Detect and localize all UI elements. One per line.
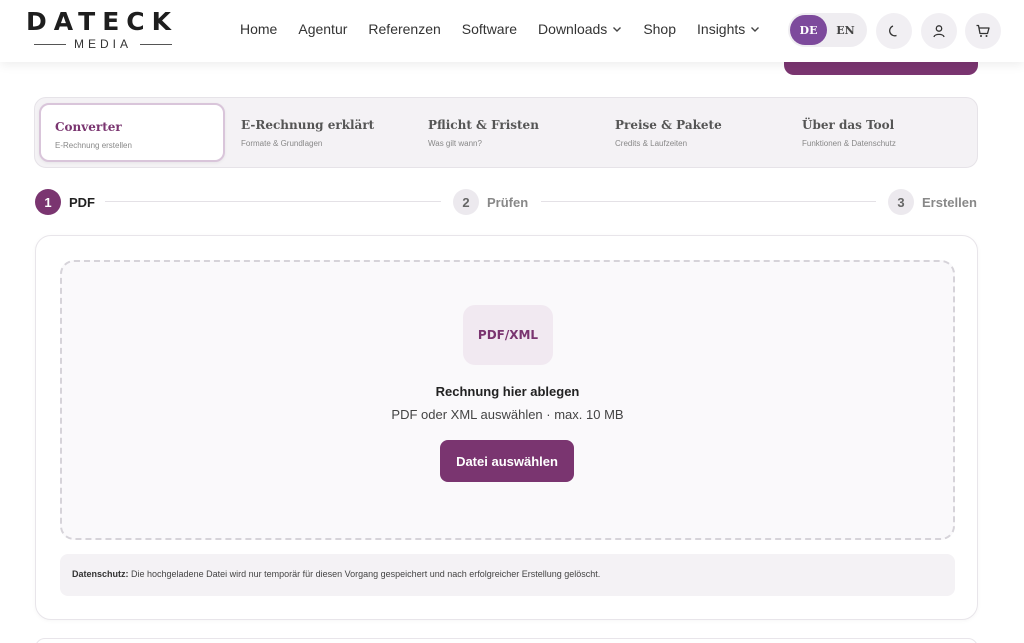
nav-item-shop[interactable]: Shop xyxy=(643,21,676,37)
tab-subtitle: E-Rechnung erstellen xyxy=(55,141,132,150)
tab-converter[interactable]: Converter E-Rechnung erstellen xyxy=(39,103,225,162)
step-pdf: 1 PDF xyxy=(35,189,95,215)
nav-label: Downloads xyxy=(538,21,608,37)
nav-label: Home xyxy=(240,21,278,37)
tab-ueber-das-tool[interactable]: Über das Tool Funktionen & Datenschutz xyxy=(788,103,974,162)
privacy-note: Datenschutz: Die hochgeladene Datei wird… xyxy=(60,554,955,596)
step-label: PDF xyxy=(69,194,95,210)
theme-toggle-button[interactable] xyxy=(876,13,912,49)
dropzone-subtitle: PDF oder XML auswählen · max. 10 MB xyxy=(391,407,624,422)
tab-title: E-Rechnung erklärt xyxy=(241,118,375,132)
logo-subline: MEDIA xyxy=(26,37,186,51)
tab-pflicht-fristen[interactable]: Pflicht & Fristen Was gilt wann? xyxy=(414,103,600,162)
cart-icon xyxy=(976,24,990,37)
tab-subtitle: Funktionen & Datenschutz xyxy=(802,139,896,148)
nav-item-downloads[interactable]: Downloads xyxy=(538,21,622,37)
moon-icon xyxy=(889,25,897,37)
lang-en-button[interactable]: EN xyxy=(827,15,864,45)
step-connector xyxy=(105,201,441,202)
main-nav: Home Agentur Referenzen Software Downloa… xyxy=(240,21,760,37)
user-icon xyxy=(933,25,945,38)
chevron-down-icon xyxy=(751,27,760,32)
file-dropzone[interactable]: PDF/XML Rechnung hier ablegen PDF oder X… xyxy=(60,260,955,540)
tab-title: Preise & Pakete xyxy=(615,118,722,132)
tab-title: Pflicht & Fristen xyxy=(428,118,539,132)
logo-divider xyxy=(140,43,173,45)
logo-subtitle: MEDIA xyxy=(74,37,133,51)
privacy-text: Die hochgeladene Datei wird nur temporär… xyxy=(128,569,601,579)
dropzone-title: Rechnung hier ablegen xyxy=(435,384,580,399)
step-erstellen: 3 Erstellen xyxy=(888,189,977,215)
step-label: Erstellen xyxy=(922,194,977,210)
tab-preise-pakete[interactable]: Preise & Pakete Credits & Laufzeiten xyxy=(601,103,787,162)
lang-de-button[interactable]: DE xyxy=(790,15,827,45)
file-type-badge: PDF/XML xyxy=(463,305,553,365)
tab-subtitle: Credits & Laufzeiten xyxy=(615,139,688,148)
step-number: 3 xyxy=(888,189,914,215)
account-button[interactable] xyxy=(921,13,957,49)
site-header: DATECK MEDIA Home Agentur Referenzen Sof… xyxy=(0,0,1024,62)
step-number: 1 xyxy=(35,189,61,215)
logo-divider xyxy=(34,43,66,45)
step-connector xyxy=(541,201,876,202)
progress-stepper: 1 PDF 2 Prüfen 3 Erstellen xyxy=(35,189,979,215)
select-file-button[interactable]: Datei auswählen xyxy=(440,440,574,482)
logo[interactable]: DATECK MEDIA xyxy=(26,9,186,53)
nav-item-software[interactable]: Software xyxy=(462,21,517,37)
language-switch: DE EN xyxy=(788,13,867,47)
cart-button[interactable] xyxy=(965,13,1001,49)
nav-label: Insights xyxy=(697,21,746,37)
nav-label: Software xyxy=(461,21,518,37)
tab-e-rechnung-erklaert[interactable]: E-Rechnung erklärt Formate & Grundlagen xyxy=(227,103,413,162)
tab-title: Über das Tool xyxy=(802,118,895,132)
next-section-card xyxy=(35,638,978,643)
nav-label: Agentur xyxy=(298,21,348,37)
tab-title: Converter xyxy=(55,120,122,134)
privacy-label: Datenschutz: xyxy=(72,569,129,579)
logo-wordmark: DATECK xyxy=(26,7,179,36)
step-pruefen: 2 Prüfen xyxy=(453,189,528,215)
tab-subtitle: Was gilt wann? xyxy=(428,139,482,148)
step-number: 2 xyxy=(453,189,479,215)
chevron-down-icon xyxy=(613,27,622,32)
nav-item-home[interactable]: Home xyxy=(240,21,277,37)
nav-item-insights[interactable]: Insights xyxy=(697,21,760,37)
tool-tabs: Converter E-Rechnung erstellen E-Rechnun… xyxy=(34,97,978,168)
nav-item-referenzen[interactable]: Referenzen xyxy=(368,21,440,37)
tab-subtitle: Formate & Grundlagen xyxy=(241,139,323,148)
upload-card: PDF/XML Rechnung hier ablegen PDF oder X… xyxy=(35,235,978,620)
step-label: Prüfen xyxy=(487,194,529,210)
header-cta-bar[interactable] xyxy=(784,60,978,75)
nav-item-agentur[interactable]: Agentur xyxy=(298,21,347,37)
nav-label: Referenzen xyxy=(368,21,441,37)
nav-label: Shop xyxy=(643,21,677,37)
